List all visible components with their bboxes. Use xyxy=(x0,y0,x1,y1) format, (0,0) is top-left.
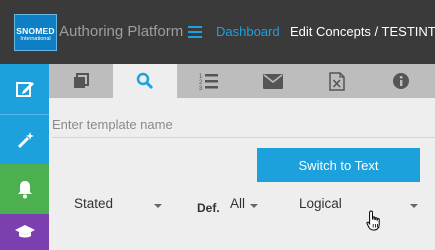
chevron-down-icon xyxy=(250,204,258,208)
search-icon xyxy=(136,72,154,90)
sidebar-notifications-button[interactable] xyxy=(0,164,49,214)
numbered-list-icon: 1 2 3 xyxy=(199,74,218,90)
sidebar-edit-button[interactable] xyxy=(0,64,49,114)
switch-to-text-button[interactable]: Switch to Text xyxy=(257,148,420,182)
hand-cursor-icon xyxy=(366,210,380,231)
tab-bar: 1 2 3 xyxy=(49,64,435,98)
def-label: Def. xyxy=(197,201,220,215)
view-select[interactable]: Logical xyxy=(299,196,421,218)
magic-wand-icon xyxy=(17,131,34,148)
edit-icon xyxy=(15,82,34,97)
snomed-logo[interactable]: SNOMED International xyxy=(14,14,57,51)
stated-select[interactable]: Stated xyxy=(74,196,164,218)
tab-library[interactable] xyxy=(49,64,113,98)
tab-messages[interactable] xyxy=(241,64,305,98)
tab-info[interactable] xyxy=(369,64,433,98)
bell-icon xyxy=(17,181,32,199)
sidebar-wand-button[interactable] xyxy=(0,114,49,164)
input-underline xyxy=(52,137,435,138)
envelope-icon xyxy=(263,73,283,89)
tab-numbered-list[interactable]: 1 2 3 xyxy=(177,64,241,98)
breadcrumb: Edit Concepts / TESTINT3 xyxy=(290,24,435,39)
tab-search[interactable] xyxy=(113,64,177,98)
tab-export[interactable] xyxy=(305,64,369,98)
svg-text:3: 3 xyxy=(199,86,203,90)
definition-select[interactable]: All xyxy=(230,196,260,218)
dashboard-link[interactable]: Dashboard xyxy=(216,24,280,39)
graduation-cap-icon xyxy=(14,225,35,238)
template-name-input[interactable] xyxy=(52,113,422,135)
chevron-down-icon xyxy=(410,204,418,208)
hamburger-menu-icon[interactable] xyxy=(188,26,202,38)
app-title: Authoring Platform xyxy=(59,23,184,40)
chevron-down-icon xyxy=(154,204,162,208)
sidebar-training-button[interactable] xyxy=(0,214,49,250)
top-header: SNOMED International Authoring Platform … xyxy=(0,0,435,64)
info-icon xyxy=(393,73,409,89)
library-icon xyxy=(74,73,89,88)
excel-file-icon xyxy=(329,71,345,91)
sidebar xyxy=(0,64,49,250)
